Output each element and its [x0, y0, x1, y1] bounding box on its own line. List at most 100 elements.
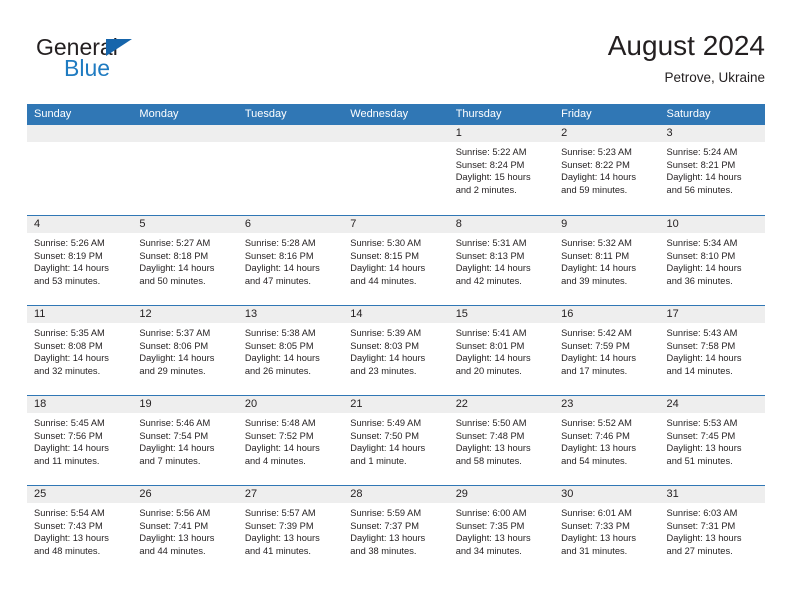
day-detail-line: Sunset: 8:24 PM: [455, 159, 525, 170]
day-detail-line: Sunset: 8:03 PM: [350, 340, 419, 351]
day-detail-line: Daylight: 13 hours: [561, 443, 637, 454]
day-number: 22: [448, 396, 555, 413]
day-cell[interactable]: 19 Sunrise: 5:46 AM Sunset: 7:54 PM Dayligh…: [132, 396, 238, 485]
calendar-page: General Blue August 2024 Petrove, Ukrain…: [0, 0, 792, 612]
day-detail-line: Sunrise: 5:39 AM: [350, 328, 422, 338]
day-cell[interactable]: 13 Sunrise: 5:38 AM Sunset: 8:05 PM Dayligh…: [237, 306, 344, 395]
day-cell[interactable]: 4 Sunrise: 5:26 AM Sunset: 8:19 PM Daylight…: [27, 216, 133, 305]
day-cell[interactable]: 26 Sunrise: 5:56 AM Sunset: 7:41 PM Dayligh…: [132, 486, 238, 575]
day-number: 2: [554, 125, 660, 142]
day-detail-line: Daylight: 13 hours: [244, 533, 320, 544]
day-cell[interactable]: 27 Sunrise: 5:57 AM Sunset: 7:39 PM Dayligh…: [237, 486, 344, 575]
day-details: Sunrise: 5:37 AM Sunset: 8:06 PM Daylight:…: [132, 323, 237, 377]
day-number: 29: [448, 486, 555, 503]
day-detail-line: and 41 minutes.: [244, 545, 311, 556]
day-cell[interactable]: 8 Sunrise: 5:31 AM Sunset: 8:13 PM Daylight…: [448, 216, 555, 305]
day-detail-line: Daylight: 13 hours: [34, 533, 109, 544]
day-cell[interactable]: 2 Sunrise: 5:23 AM Sunset: 8:22 PM Daylight…: [554, 125, 660, 215]
day-cell[interactable]: 30 Sunrise: 6:01 AM Sunset: 7:33 PM Dayligh…: [554, 486, 660, 575]
day-detail-line: and 56 minutes.: [666, 184, 733, 195]
day-detail-line: and 59 minutes.: [561, 184, 628, 195]
day-cell[interactable]: 3 Sunrise: 5:24 AM Sunset: 8:21 PM Daylight…: [659, 125, 765, 215]
day-detail-line: Sunrise: 6:03 AM: [666, 508, 738, 518]
day-cell[interactable]: 11 Sunrise: 5:35 AM Sunset: 8:08 PM Dayligh…: [27, 306, 133, 395]
day-cell[interactable]: 22 Sunrise: 5:50 AM Sunset: 7:48 PM Dayligh…: [448, 396, 555, 485]
day-detail-line: Sunrise: 5:31 AM: [455, 238, 527, 248]
day-cell[interactable]: 15 Sunrise: 5:41 AM Sunset: 8:01 PM Dayligh…: [448, 306, 555, 395]
day-cell[interactable]: 17 Sunrise: 5:43 AM Sunset: 7:58 PM Dayligh…: [659, 306, 765, 395]
calendar-week-row: 18 Sunrise: 5:45 AM Sunset: 7:56 PM Dayligh…: [27, 395, 765, 485]
day-detail-line: Sunrise: 5:49 AM: [350, 418, 422, 428]
day-detail-line: Sunset: 7:31 PM: [666, 520, 736, 531]
day-detail-line: and 47 minutes.: [244, 275, 311, 286]
day-cell[interactable]: 1 Sunrise: 5:22 AM Sunset: 8:24 PM Daylight…: [448, 125, 555, 215]
day-detail-line: Sunset: 8:10 PM: [666, 250, 736, 261]
calendar-week-row: 1 Sunrise: 5:22 AM Sunset: 8:24 PM Daylight…: [27, 125, 765, 215]
day-detail-line: and 27 minutes.: [666, 545, 733, 556]
day-cell-empty[interactable]: [132, 125, 238, 215]
day-cell[interactable]: 5 Sunrise: 5:27 AM Sunset: 8:18 PM Daylight…: [132, 216, 238, 305]
day-details: Sunrise: 5:38 AM Sunset: 8:05 PM Daylight:…: [238, 323, 343, 377]
day-number: 3: [659, 125, 765, 142]
day-detail-line: and 2 minutes.: [455, 184, 517, 195]
day-number: 19: [132, 396, 238, 413]
day-detail-line: Sunrise: 6:00 AM: [455, 508, 527, 518]
day-number: 5: [132, 216, 238, 233]
day-detail-line: Sunrise: 5:48 AM: [244, 418, 316, 428]
day-cell[interactable]: 31 Sunrise: 6:03 AM Sunset: 7:31 PM Dayligh…: [659, 486, 765, 575]
day-cell[interactable]: 16 Sunrise: 5:42 AM Sunset: 7:59 PM Dayligh…: [554, 306, 660, 395]
day-cell[interactable]: 12 Sunrise: 5:37 AM Sunset: 8:06 PM Dayligh…: [132, 306, 238, 395]
day-cell[interactable]: 7 Sunrise: 5:30 AM Sunset: 8:15 PM Daylight…: [343, 216, 449, 305]
day-detail-line: Sunset: 8:13 PM: [455, 250, 525, 261]
day-detail-line: and 7 minutes.: [139, 455, 201, 466]
general-blue-logo[interactable]: General Blue: [36, 36, 166, 88]
day-cell-empty[interactable]: [343, 125, 449, 215]
day-cell[interactable]: 28 Sunrise: 5:59 AM Sunset: 7:37 PM Dayligh…: [343, 486, 449, 575]
day-detail-line: Sunrise: 5:56 AM: [139, 508, 211, 518]
calendar-weeks: 1 Sunrise: 5:22 AM Sunset: 8:24 PM Daylight…: [27, 125, 765, 575]
day-number: 10: [659, 216, 765, 233]
day-detail-line: Sunrise: 5:46 AM: [139, 418, 211, 428]
day-cell-empty[interactable]: [237, 125, 344, 215]
weekday-header-monday: Monday: [139, 108, 179, 120]
day-cell[interactable]: 6 Sunrise: 5:28 AM Sunset: 8:16 PM Daylight…: [237, 216, 344, 305]
day-detail-line: Daylight: 14 hours: [350, 353, 426, 364]
calendar-grid: Sunday Monday Tuesday Wednesday Thursday Frid…: [27, 104, 765, 575]
day-number: 24: [659, 396, 765, 413]
page-title: August 2024: [607, 30, 765, 61]
day-cell[interactable]: 9 Sunrise: 5:32 AM Sunset: 8:11 PM Daylight…: [554, 216, 660, 305]
day-details: Sunrise: 6:03 AM Sunset: 7:31 PM Daylight:…: [660, 503, 765, 557]
day-detail-line: and 44 minutes.: [139, 545, 206, 556]
day-detail-line: Sunset: 7:45 PM: [666, 430, 736, 441]
day-cell[interactable]: 29 Sunrise: 6:00 AM Sunset: 7:35 PM Dayligh…: [448, 486, 555, 575]
day-detail-line: Daylight: 14 hours: [34, 443, 109, 454]
day-detail-line: Sunset: 7:33 PM: [561, 520, 630, 531]
day-details: Sunrise: 5:52 AM Sunset: 7:46 PM Daylight:…: [554, 413, 659, 467]
day-cell[interactable]: 14 Sunrise: 5:39 AM Sunset: 8:03 PM Dayligh…: [343, 306, 449, 395]
day-cell[interactable]: 25 Sunrise: 5:54 AM Sunset: 7:43 PM Dayligh…: [27, 486, 133, 575]
day-detail-line: Sunset: 8:05 PM: [244, 340, 314, 351]
day-cell[interactable]: 23 Sunrise: 5:52 AM Sunset: 7:46 PM Dayligh…: [554, 396, 660, 485]
day-cell[interactable]: 24 Sunrise: 5:53 AM Sunset: 7:45 PM Dayligh…: [659, 396, 765, 485]
day-detail-line: Sunset: 7:35 PM: [455, 520, 525, 531]
day-details: Sunrise: 5:48 AM Sunset: 7:52 PM Daylight:…: [238, 413, 343, 467]
day-number: 12: [132, 306, 238, 323]
day-number: 20: [237, 396, 344, 413]
day-cell[interactable]: 18 Sunrise: 5:45 AM Sunset: 7:56 PM Dayligh…: [27, 396, 133, 485]
day-cell[interactable]: 20 Sunrise: 5:48 AM Sunset: 7:52 PM Dayligh…: [237, 396, 344, 485]
day-details: [343, 142, 448, 146]
day-detail-line: Sunrise: 5:37 AM: [139, 328, 211, 338]
day-cell[interactable]: 10 Sunrise: 5:34 AM Sunset: 8:10 PM Dayligh…: [659, 216, 765, 305]
day-details: [27, 142, 132, 146]
day-number: [132, 125, 238, 142]
day-detail-line: and 14 minutes.: [666, 365, 733, 376]
day-details: Sunrise: 5:24 AM Sunset: 8:21 PM Daylight:…: [660, 142, 765, 196]
day-detail-line: Sunrise: 5:27 AM: [139, 238, 211, 248]
triangle-icon: [106, 39, 132, 56]
day-detail-line: and 31 minutes.: [561, 545, 628, 556]
day-detail-line: Daylight: 13 hours: [666, 533, 742, 544]
day-detail-line: and 53 minutes.: [34, 275, 101, 286]
day-cell[interactable]: 21 Sunrise: 5:49 AM Sunset: 7:50 PM Dayligh…: [343, 396, 449, 485]
day-cell-empty[interactable]: [27, 125, 133, 215]
day-detail-line: and 1 minute.: [350, 455, 407, 466]
